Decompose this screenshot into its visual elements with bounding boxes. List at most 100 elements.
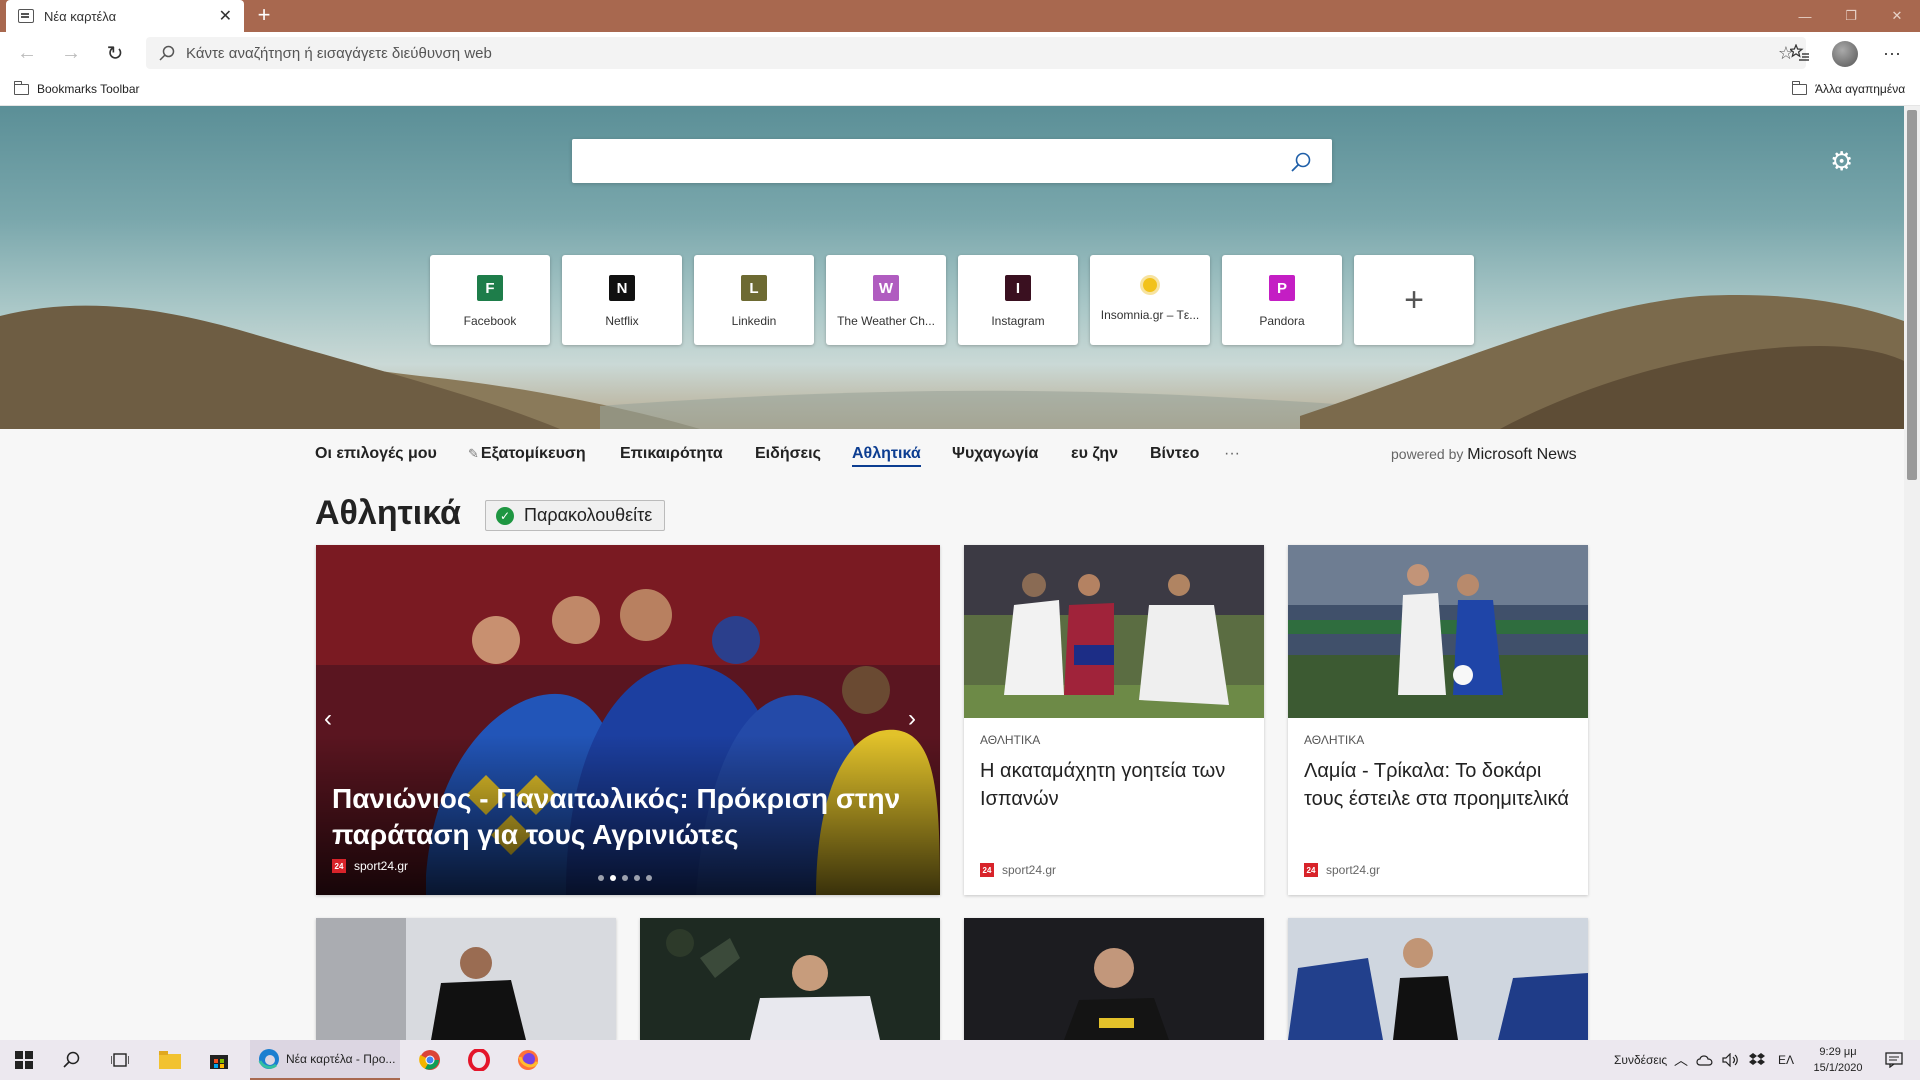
profile-avatar[interactable]	[1832, 41, 1858, 67]
folder-icon	[1792, 80, 1807, 95]
taskbar-app-label: Νέα καρτέλα - Προ...	[286, 1052, 396, 1066]
quick-link-icon: P	[1269, 275, 1295, 301]
quick-link-label: Linkedin	[731, 314, 777, 328]
bookmarks-toolbar-label: Bookmarks Toolbar	[37, 82, 140, 96]
input-language[interactable]: ΕΛ	[1778, 1040, 1794, 1080]
sport24-logo-icon: 24	[1304, 863, 1318, 877]
quick-link-tile[interactable]: I Instagram	[958, 255, 1078, 345]
article-card-5[interactable]	[964, 918, 1264, 1040]
back-button[interactable]: ←	[12, 39, 42, 67]
dropbox-icon[interactable]	[1748, 1040, 1766, 1080]
article-card-2[interactable]: ΑΘΛΗΤΙΚΑ Λαμία - Τρίκαλα: Το δοκάρι τους…	[1288, 545, 1588, 895]
article-image	[1288, 545, 1588, 718]
add-quick-link-button[interactable]: +	[1354, 255, 1474, 345]
nav-personalize[interactable]: ✎ Εξατομίκευση	[468, 445, 586, 463]
carousel-previous-icon[interactable]: ‹	[324, 705, 348, 737]
close-tab-icon[interactable]: ✕	[219, 6, 232, 26]
close-window-button[interactable]: ✕	[1874, 0, 1920, 32]
restore-button[interactable]: ❐	[1828, 0, 1874, 32]
quick-link-label: Facebook	[463, 314, 517, 328]
web-search-box[interactable]	[572, 139, 1332, 183]
page-scrollbar[interactable]	[1904, 106, 1920, 1040]
featured-article-title: Πανιώνιος - Παναιτωλικός: Πρόκριση στην …	[332, 783, 901, 850]
nav-my-choices[interactable]: Οι επιλογές μου	[315, 445, 437, 463]
nav-entertainment[interactable]: Ψυχαγωγία	[952, 445, 1038, 463]
quick-link-tile[interactable]: L Linkedin	[694, 255, 814, 345]
opera-icon[interactable]	[459, 1044, 499, 1076]
bookmarks-toolbar-folder[interactable]: Bookmarks Toolbar	[14, 80, 140, 96]
search-icon[interactable]	[1290, 151, 1312, 173]
quick-link-tile[interactable]: P Pandora	[1222, 255, 1342, 345]
action-center-icon[interactable]	[1874, 1044, 1914, 1076]
tab-new-tab[interactable]: Νέα καρτέλα ✕	[6, 0, 244, 32]
source-name: sport24.gr	[1326, 863, 1381, 877]
more-options-icon[interactable]: ···	[1877, 38, 1907, 68]
carousel-dot[interactable]	[646, 875, 652, 881]
source-name: sport24.gr	[354, 859, 409, 873]
following-button[interactable]: ✓ Παρακολουθείτε	[485, 500, 666, 531]
nav-top-stories[interactable]: Επικαιρότητα	[620, 445, 723, 463]
store-icon[interactable]	[199, 1044, 239, 1076]
quick-link-tile[interactable]: N Netflix	[562, 255, 682, 345]
carousel-next-icon[interactable]: ›	[908, 705, 932, 737]
nav-more-icon[interactable]: ···	[1224, 445, 1240, 463]
quick-link-icon: F	[477, 275, 503, 301]
article-source: 24 sport24.gr	[980, 863, 1056, 877]
taskbar-app-edge[interactable]: Νέα καρτέλα - Προ...	[250, 1040, 400, 1080]
carousel-dot[interactable]	[598, 875, 604, 881]
carousel-dot[interactable]	[622, 875, 628, 881]
article-category: ΑΘΛΗΤΙΚΑ	[1304, 733, 1365, 747]
page-settings-gear-icon[interactable]: ⚙	[1830, 148, 1856, 174]
new-tab-button[interactable]: +	[252, 4, 276, 28]
article-card-1[interactable]: ΑΘΛΗΤΙΚΑ Η ακαταμάχητη γοητεία των Ισπαν…	[964, 545, 1264, 895]
nav-video[interactable]: Βίντεο	[1150, 445, 1199, 463]
bookmarks-bar: Bookmarks Toolbar Άλλα αγαπημένα	[0, 74, 1920, 106]
featured-article-card[interactable]: ‹ › Πανιώνιος - Παναιτωλικός: Πρόκριση σ…	[316, 545, 940, 895]
article-card-3[interactable]	[316, 918, 616, 1040]
article-card-6[interactable]	[1288, 918, 1588, 1040]
quick-links: F Facebook N Netflix L Linkedin W The Weather C…	[430, 255, 1474, 345]
quick-link-tile[interactable]: W The Weather Ch...	[826, 255, 946, 345]
news-provider: Microsoft News	[1467, 446, 1577, 463]
onedrive-cloud-icon[interactable]	[1696, 1040, 1714, 1080]
quick-link-icon: N	[609, 275, 635, 301]
quick-link-tile[interactable]: F Facebook	[430, 255, 550, 345]
forward-button[interactable]: →	[56, 39, 86, 67]
nav-news[interactable]: Ειδήσεις	[755, 445, 821, 463]
search-icon	[159, 45, 175, 61]
other-favorites-label: Άλλα αγαπημένα	[1815, 82, 1906, 96]
windows-taskbar: Νέα καρτέλα - Προ... Συνδέσεις ︿ ΕΛ 9:29…	[0, 1040, 1920, 1080]
refresh-button[interactable]: ↻	[100, 39, 130, 67]
chrome-icon[interactable]	[410, 1044, 450, 1076]
pencil-icon: ✎	[468, 446, 479, 461]
minimize-button[interactable]: —	[1782, 0, 1828, 32]
quick-link-label: Netflix	[605, 314, 639, 328]
file-explorer-icon[interactable]	[150, 1044, 190, 1076]
task-view-icon[interactable]	[100, 1044, 140, 1076]
source-name: sport24.gr	[1002, 863, 1057, 877]
address-bar[interactable]: Κάντε αναζήτηση ή εισαγάγετε διεύθυνση w…	[146, 37, 1806, 69]
tray-connections[interactable]: Συνδέσεις	[1614, 1040, 1667, 1080]
other-favorites-folder[interactable]: Άλλα αγαπημένα	[1792, 80, 1906, 96]
volume-icon[interactable]	[1722, 1040, 1740, 1080]
nav-personalize-label: Εξατομίκευση	[480, 445, 586, 462]
firefox-icon[interactable]	[508, 1044, 548, 1076]
windows-start-icon[interactable]	[4, 1044, 44, 1076]
quick-link-tile[interactable]: Insomnia.gr – Tε...	[1090, 255, 1210, 345]
featured-article-source: 24 sport24.gr	[332, 859, 408, 873]
system-clock[interactable]: 9:29 μμ 15/1/2020	[1808, 1044, 1868, 1076]
article-card-4[interactable]	[640, 918, 940, 1040]
carousel-dots	[598, 875, 652, 881]
scrollbar-thumb[interactable]	[1907, 110, 1917, 480]
nav-sports[interactable]: Αθλητικά	[852, 445, 921, 467]
show-hidden-icons-chevron-icon[interactable]: ︿	[1674, 1040, 1688, 1080]
browser-toolbar: ← → ↻ Κάντε αναζήτηση ή εισαγάγετε διεύθ…	[0, 32, 1920, 74]
clock-date: 15/1/2020	[1813, 1062, 1863, 1074]
nav-wellbeing[interactable]: ευ ζην	[1071, 445, 1118, 463]
carousel-dot[interactable]	[634, 875, 640, 881]
carousel-dot-active[interactable]	[610, 875, 616, 881]
quick-link-label: Insomnia.gr – Tε...	[1100, 308, 1200, 322]
favorites-icon[interactable]	[1785, 38, 1815, 68]
search-icon[interactable]	[52, 1044, 92, 1076]
following-label: Παρακολουθείτε	[524, 505, 653, 525]
